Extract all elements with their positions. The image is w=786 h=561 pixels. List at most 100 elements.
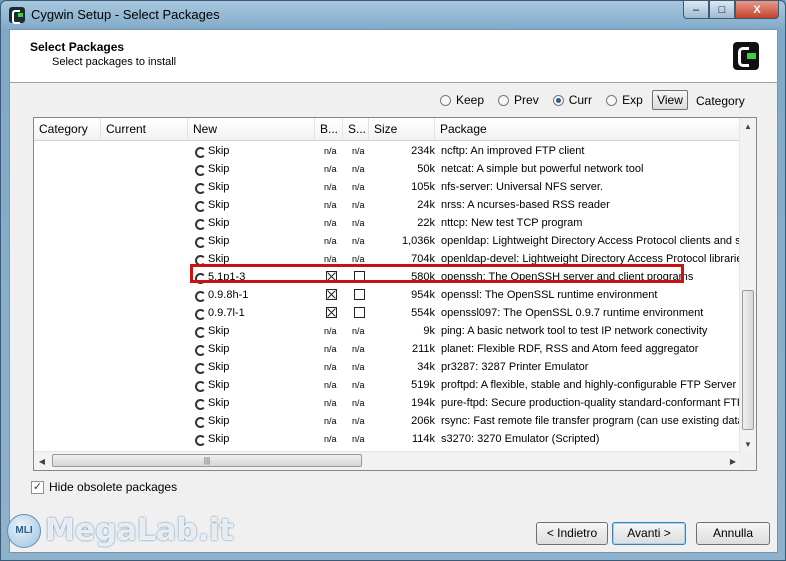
package-row[interactable]: Skip n/a n/a 22k nttcp: New test TCP program bbox=[34, 214, 741, 232]
hide-obsolete-label: Hide obsolete packages bbox=[49, 480, 178, 494]
radio-exp-indicator[interactable] bbox=[606, 94, 618, 106]
view-radio-group: Keep Prev Curr Exp bbox=[440, 93, 657, 107]
package-row[interactable]: 0.9.7l-1 554k openssl097: The OpenSSL 0.9.… bbox=[34, 304, 741, 322]
cycle-action-icon[interactable] bbox=[194, 164, 206, 176]
new-version-cell[interactable]: Skip bbox=[194, 340, 319, 358]
package-row[interactable]: Skip n/a n/a 234k ncftp: An improved FTP cli… bbox=[34, 142, 741, 160]
cycle-action-icon[interactable] bbox=[194, 416, 206, 428]
source-checkbox[interactable] bbox=[354, 289, 365, 300]
vertical-scrollbar[interactable]: ▲ ▼ bbox=[739, 118, 756, 452]
cycle-action-icon[interactable] bbox=[194, 146, 206, 158]
source-cell: n/a bbox=[352, 182, 365, 192]
binary-checkbox[interactable] bbox=[326, 307, 337, 318]
new-version-cell[interactable]: Skip bbox=[194, 358, 319, 376]
new-version-cell[interactable]: 0.9.8h-1 bbox=[194, 286, 319, 304]
title-bar[interactable]: Cygwin Setup - Select Packages – □ X bbox=[1, 1, 785, 29]
hide-obsolete-check-indicator[interactable]: ✓ bbox=[31, 480, 44, 494]
new-version-cell[interactable]: Skip bbox=[194, 322, 319, 340]
package-row[interactable]: Skip n/a n/a 194k pure-ftpd: Secure producti… bbox=[34, 394, 741, 412]
back-button[interactable]: < Indietro bbox=[536, 522, 608, 545]
radio-curr-label: Curr bbox=[568, 93, 593, 107]
new-version-text: 0.9.8h-1 bbox=[208, 289, 249, 301]
close-button[interactable]: X bbox=[735, 1, 779, 19]
package-row[interactable]: Skip n/a n/a 519k proftpd: A flexible, stabl… bbox=[34, 376, 741, 394]
column-category[interactable]: Category bbox=[34, 118, 101, 140]
new-version-text: Skip bbox=[208, 163, 230, 175]
cycle-action-icon[interactable] bbox=[194, 434, 206, 446]
cycle-action-icon[interactable] bbox=[194, 182, 206, 194]
source-cell: n/a bbox=[352, 398, 365, 408]
cycle-action-icon[interactable] bbox=[194, 362, 206, 374]
scroll-right-arrow-icon[interactable]: ▶ bbox=[725, 453, 741, 469]
package-row[interactable]: Skip n/a n/a 34k pr3287: 3287 Printer Emulat… bbox=[34, 358, 741, 376]
new-version-cell[interactable]: Skip bbox=[194, 196, 319, 214]
package-row[interactable]: 0.9.8h-1 954k openssl: The OpenSSL runtime… bbox=[34, 286, 741, 304]
column-binary[interactable]: B... bbox=[315, 118, 343, 140]
scroll-left-arrow-icon[interactable]: ◀ bbox=[34, 453, 50, 469]
radio-keep-indicator[interactable] bbox=[440, 94, 451, 106]
new-version-cell[interactable]: Skip bbox=[194, 214, 319, 232]
package-list[interactable]: Category Current New B... S... Size Pack… bbox=[33, 117, 757, 471]
scroll-up-arrow-icon[interactable]: ▲ bbox=[740, 118, 756, 134]
package-row[interactable]: Skip n/a n/a 211k planet: Flexible RDF, RSS … bbox=[34, 340, 741, 358]
next-button[interactable]: Avanti > bbox=[612, 522, 686, 545]
size-cell: 9k bbox=[423, 325, 435, 337]
package-row[interactable]: Skip n/a n/a 206k rsync: Fast remote file tr… bbox=[34, 412, 741, 430]
radio-curr-indicator[interactable] bbox=[552, 94, 564, 106]
column-package[interactable]: Package bbox=[435, 118, 741, 140]
view-button[interactable]: View bbox=[652, 90, 688, 110]
column-source[interactable]: S... bbox=[343, 118, 369, 140]
new-version-cell[interactable]: Skip bbox=[194, 376, 319, 394]
package-row[interactable]: Skip n/a n/a 105k nfs-server: Universal NFS … bbox=[34, 178, 741, 196]
radio-exp[interactable]: Exp bbox=[606, 93, 643, 107]
cycle-action-icon[interactable] bbox=[194, 290, 206, 302]
radio-keep[interactable]: Keep bbox=[440, 93, 484, 107]
new-version-cell[interactable]: Skip bbox=[194, 412, 319, 430]
new-version-cell[interactable]: Skip bbox=[194, 160, 319, 178]
package-row[interactable]: Skip n/a n/a 114k s3270: 3270 Emulator (Scri… bbox=[34, 430, 741, 448]
radio-prev-indicator[interactable] bbox=[498, 94, 510, 106]
cycle-action-icon[interactable] bbox=[194, 398, 206, 410]
new-version-text: Skip bbox=[208, 217, 230, 229]
size-cell: 554k bbox=[411, 307, 435, 319]
package-row[interactable]: Skip n/a n/a 1,036k openldap: Lightweight Di… bbox=[34, 232, 741, 250]
package-row[interactable]: Skip n/a n/a 24k nrss: A ncurses-based RSS r… bbox=[34, 196, 741, 214]
new-version-cell[interactable]: Skip bbox=[194, 178, 319, 196]
new-version-cell[interactable]: Skip bbox=[194, 430, 319, 448]
size-cell: 206k bbox=[411, 415, 435, 427]
cygwin-logo-icon bbox=[733, 42, 759, 70]
cycle-action-icon[interactable] bbox=[194, 380, 206, 392]
new-version-cell[interactable]: 0.9.7l-1 bbox=[194, 304, 319, 322]
package-row[interactable]: Skip n/a n/a 50k netcat: A simple but powerf… bbox=[34, 160, 741, 178]
horizontal-scroll-thumb[interactable]: ||| bbox=[52, 454, 362, 467]
column-current[interactable]: Current bbox=[101, 118, 188, 140]
new-version-cell[interactable]: Skip bbox=[194, 232, 319, 250]
hide-obsolete-checkbox[interactable]: ✓ Hide obsolete packages bbox=[31, 480, 177, 494]
source-checkbox[interactable] bbox=[354, 307, 365, 318]
maximize-button[interactable]: □ bbox=[709, 1, 735, 19]
radio-curr[interactable]: Curr bbox=[552, 93, 593, 107]
scroll-down-arrow-icon[interactable]: ▼ bbox=[740, 436, 756, 452]
new-version-cell[interactable]: Skip bbox=[194, 394, 319, 412]
column-new[interactable]: New bbox=[188, 118, 315, 140]
package-row[interactable]: Skip n/a n/a 9k ping: A basic network tool t… bbox=[34, 322, 741, 340]
cycle-action-icon[interactable] bbox=[194, 308, 206, 320]
radio-prev[interactable]: Prev bbox=[498, 93, 539, 107]
cancel-button[interactable]: Annulla bbox=[696, 522, 770, 545]
package-name-cell: openssl097: The OpenSSL 0.9.7 runtime en… bbox=[441, 307, 704, 319]
cycle-action-icon[interactable] bbox=[194, 200, 206, 212]
package-name-cell: nttcp: New test TCP program bbox=[441, 217, 583, 229]
cycle-action-icon[interactable] bbox=[194, 218, 206, 230]
column-size[interactable]: Size bbox=[369, 118, 435, 140]
minimize-button[interactable]: – bbox=[683, 1, 709, 19]
vertical-scroll-thumb[interactable] bbox=[742, 290, 754, 430]
package-name-cell: proftpd: A flexible, stable and highly-c… bbox=[441, 379, 737, 391]
cycle-action-icon[interactable] bbox=[194, 236, 206, 248]
cycle-action-icon[interactable] bbox=[194, 254, 206, 266]
new-version-cell[interactable]: Skip bbox=[194, 142, 319, 160]
horizontal-scrollbar[interactable]: ◀ ||| ▶ bbox=[34, 451, 741, 470]
binary-checkbox[interactable] bbox=[326, 289, 337, 300]
cycle-action-icon[interactable] bbox=[194, 344, 206, 356]
cycle-action-icon[interactable] bbox=[194, 326, 206, 338]
binary-cell: n/a bbox=[324, 416, 337, 426]
